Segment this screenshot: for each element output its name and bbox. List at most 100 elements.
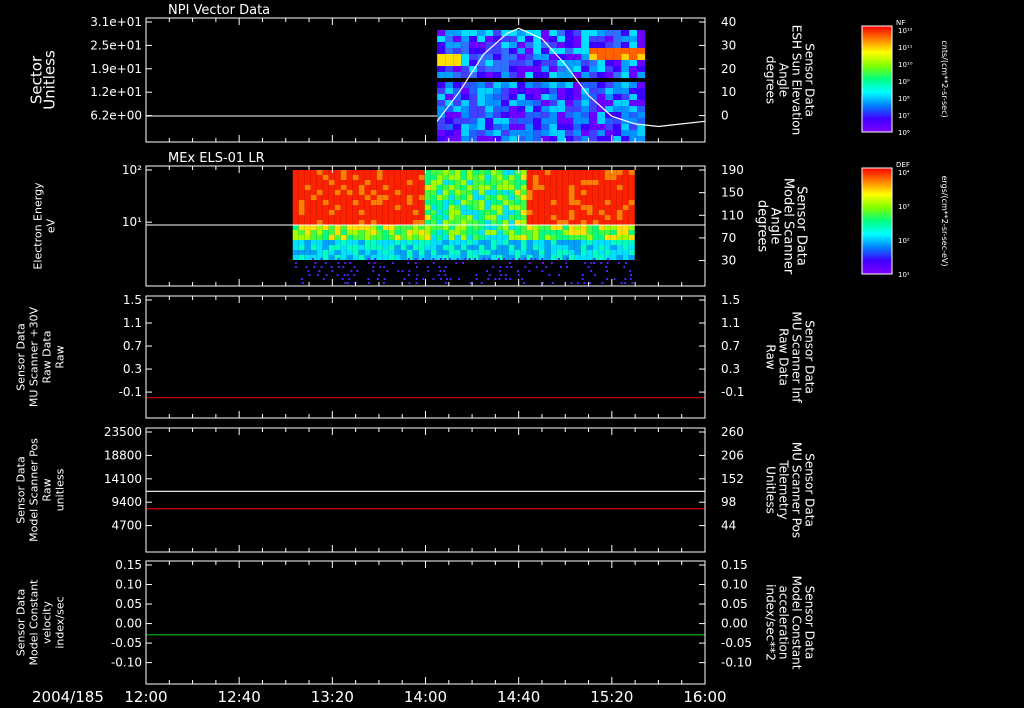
els-heatmap-cell bbox=[487, 278, 490, 280]
els-heatmap-cell bbox=[346, 225, 353, 230]
npi-heatmap-cell bbox=[477, 72, 486, 78]
els-heatmap-cell bbox=[598, 235, 605, 240]
npi-heatmap-cell bbox=[637, 54, 646, 60]
els-heatmap-cell bbox=[316, 240, 323, 245]
els-heatmap-cell bbox=[328, 190, 335, 195]
els-heatmap-cell bbox=[562, 170, 569, 175]
els-heatmap-cell bbox=[346, 240, 353, 245]
els-heatmap-cell bbox=[472, 180, 479, 185]
els-heatmap-cell bbox=[502, 235, 509, 240]
els-heatmap-cell bbox=[598, 225, 605, 230]
npi-heatmap-cell bbox=[445, 82, 454, 88]
els-heatmap-cell bbox=[568, 225, 575, 230]
els-heatmap-cell bbox=[382, 235, 389, 240]
els-heatmap-cell bbox=[445, 282, 448, 284]
npi-heatmap-cell bbox=[557, 100, 566, 106]
els-heatmap-cell bbox=[526, 240, 533, 245]
npi-heatmap-cell bbox=[541, 112, 550, 118]
els-heatmap-cell bbox=[610, 245, 617, 250]
y-axis-label-left: SectorUnitless bbox=[28, 50, 59, 110]
els-heatmap-cell bbox=[605, 266, 608, 268]
els-heatmap-cell bbox=[598, 215, 605, 220]
y-tick-label-right: 40 bbox=[721, 15, 736, 29]
els-heatmap-cell bbox=[538, 205, 545, 210]
els-heatmap-cell bbox=[616, 190, 623, 195]
els-heatmap-cell bbox=[472, 175, 479, 180]
npi-heatmap-cell bbox=[525, 42, 534, 48]
els-heatmap-cell bbox=[418, 175, 425, 180]
npi-heatmap-cell bbox=[493, 112, 502, 118]
els-heatmap-cell bbox=[488, 274, 491, 276]
npi-heatmap-cell bbox=[605, 112, 614, 118]
els-heatmap-cell bbox=[478, 220, 485, 225]
npi-heatmap-cell bbox=[549, 130, 558, 136]
els-heatmap-cell bbox=[610, 215, 617, 220]
els-heatmap-cell bbox=[418, 215, 425, 220]
colorbar-2: DEF10⁴10³10²10¹ergs/(cm**2-sr-sec-eV) bbox=[861, 161, 949, 279]
npi-heatmap-cell bbox=[597, 100, 606, 106]
els-heatmap-cell bbox=[598, 230, 605, 235]
els-heatmap-cell bbox=[528, 262, 531, 264]
y-axis-label-left-line: Sensor Data bbox=[15, 456, 28, 523]
els-heatmap-cell bbox=[538, 240, 545, 245]
els-heatmap-cell bbox=[586, 250, 593, 255]
els-heatmap-cell bbox=[460, 180, 467, 185]
colorbar-units: ergs/(cm**2-sr-sec-eV) bbox=[940, 175, 949, 266]
npi-heatmap-cell bbox=[565, 100, 574, 106]
els-heatmap-cell bbox=[484, 175, 491, 180]
els-heatmap-cell bbox=[328, 200, 335, 205]
els-heatmap-cell bbox=[334, 220, 341, 225]
els-heatmap-cell bbox=[545, 266, 548, 268]
npi-heatmap-cell bbox=[573, 100, 582, 106]
els-heatmap-cell bbox=[394, 255, 401, 260]
npi-heatmap-cell bbox=[597, 60, 606, 66]
els-heatmap-cell bbox=[610, 220, 617, 225]
npi-heatmap-cell bbox=[629, 60, 638, 66]
els-heatmap-cell bbox=[484, 215, 491, 220]
els-heatmap-cell bbox=[400, 250, 407, 255]
els-heatmap-cell bbox=[514, 215, 521, 220]
els-heatmap-cell bbox=[305, 266, 308, 268]
npi-heatmap-cell bbox=[605, 82, 614, 88]
npi-heatmap-cell bbox=[621, 82, 630, 88]
npi-heatmap-cell bbox=[589, 118, 598, 124]
npi-heatmap-cell bbox=[605, 42, 614, 48]
els-heatmap-cell bbox=[598, 245, 605, 250]
els-heatmap-cell bbox=[598, 200, 605, 205]
npi-heatmap-cell bbox=[445, 36, 454, 42]
els-heatmap-cell bbox=[370, 175, 377, 180]
npi-heatmap-cell bbox=[581, 124, 590, 130]
els-heatmap-cell bbox=[466, 170, 473, 175]
npi-heatmap-cell bbox=[581, 36, 590, 42]
npi-heatmap-cell bbox=[501, 118, 510, 124]
els-heatmap-cell bbox=[310, 245, 317, 250]
els-heatmap-cell bbox=[532, 190, 539, 195]
els-heatmap-cell bbox=[422, 258, 425, 260]
els-heatmap-cell bbox=[502, 210, 509, 215]
y-tick-label-right: 190 bbox=[721, 163, 744, 177]
npi-heatmap-cell bbox=[469, 106, 478, 112]
els-heatmap-cell bbox=[532, 200, 539, 205]
els-heatmap-cell bbox=[346, 220, 353, 225]
colorbar-tick-label: 10² bbox=[898, 237, 910, 245]
els-heatmap-cell bbox=[350, 270, 353, 272]
els-heatmap-cell bbox=[316, 274, 319, 276]
els-heatmap-cell bbox=[383, 266, 386, 268]
npi-heatmap-cell bbox=[549, 112, 558, 118]
npi-heatmap-cell bbox=[501, 66, 510, 72]
els-heatmap-cell bbox=[448, 185, 455, 190]
els-heatmap-cell bbox=[586, 185, 593, 190]
els-heatmap-cell bbox=[574, 245, 581, 250]
els-heatmap-cell bbox=[448, 258, 451, 260]
y-tick-label-right: 1.5 bbox=[721, 293, 740, 307]
npi-heatmap-cell bbox=[525, 54, 534, 60]
els-heatmap-cell bbox=[341, 278, 344, 280]
els-heatmap-cell bbox=[370, 200, 377, 205]
els-heatmap-cell bbox=[484, 245, 491, 250]
npi-heatmap-cell bbox=[437, 66, 446, 72]
npi-heatmap-cell bbox=[621, 30, 630, 36]
els-heatmap-cell bbox=[340, 185, 347, 190]
els-heatmap-cell bbox=[418, 205, 425, 210]
els-heatmap-cell bbox=[466, 240, 473, 245]
npi-heatmap-cell bbox=[461, 66, 470, 72]
